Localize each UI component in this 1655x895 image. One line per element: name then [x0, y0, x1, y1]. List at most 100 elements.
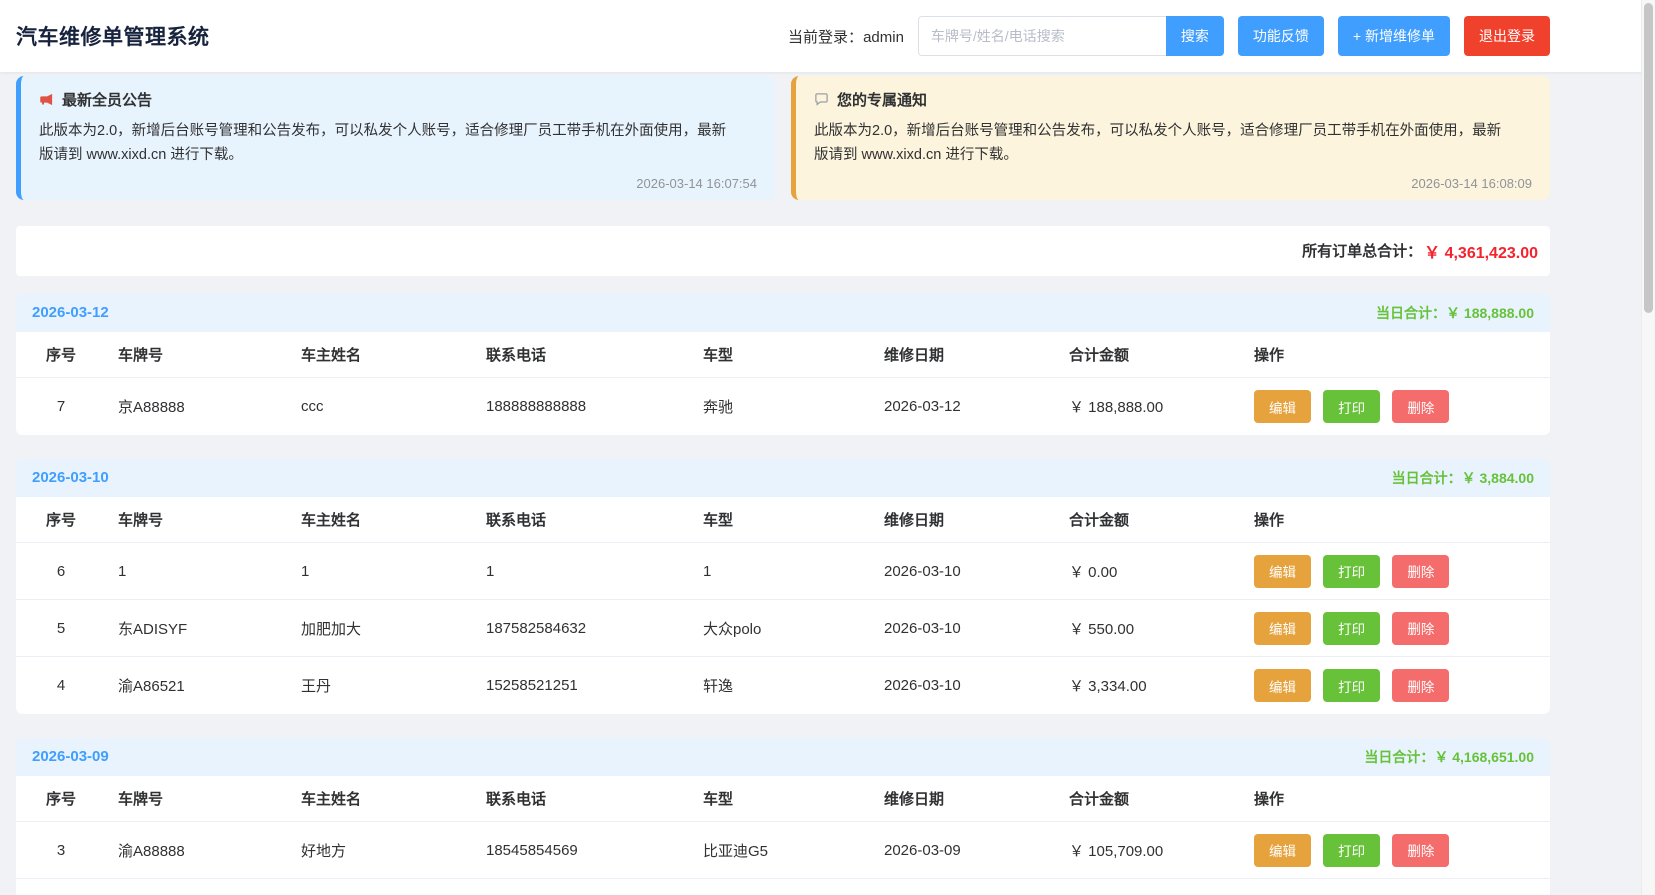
- group-date: 2026-03-12: [32, 304, 109, 321]
- print-button[interactable]: 打印: [1323, 669, 1380, 702]
- column-header: 维修日期: [872, 776, 1057, 822]
- edit-button[interactable]: 编辑: [1254, 390, 1311, 423]
- daily-total-label: 当日合计：: [1364, 749, 1434, 765]
- cell-actions: 编辑 打印 删除: [1242, 600, 1550, 657]
- cell-total-amount: ￥ 550.00: [1057, 600, 1242, 657]
- delete-button[interactable]: 删除: [1392, 612, 1449, 645]
- daily-total: 当日合计：￥ 3,884.00: [1392, 468, 1534, 488]
- column-header: 序号: [16, 497, 106, 543]
- grand-total-amount: ￥ 4,361,423.00: [1424, 239, 1538, 263]
- cell-plate-number: 渝A86521: [106, 657, 289, 714]
- group-header: 2026-03-10 当日合计：￥ 3,884.00: [16, 459, 1550, 497]
- group-table-card: 序号车牌号车主姓名联系电话车型维修日期合计金额操作 6 1 1 1 1 2026…: [16, 497, 1550, 714]
- edit-button[interactable]: 编辑: [1254, 669, 1311, 702]
- cell-total-amount: ￥ 0.00: [1057, 543, 1242, 600]
- column-header: 操作: [1242, 497, 1550, 543]
- group-header: 2026-03-09 当日合计：￥ 4,168,651.00: [16, 738, 1550, 776]
- edit-button[interactable]: 编辑: [1254, 612, 1311, 645]
- print-button[interactable]: 打印: [1323, 390, 1380, 423]
- orders-table: 序号车牌号车主姓名联系电话车型维修日期合计金额操作 3 渝A88888 好地方 …: [16, 776, 1550, 880]
- print-button[interactable]: 打印: [1323, 834, 1380, 867]
- group-table-card: 序号车牌号车主姓名联系电话车型维修日期合计金额操作 3 渝A88888 好地方 …: [16, 776, 1550, 895]
- search-button[interactable]: 搜索: [1166, 16, 1224, 56]
- orders-table: 序号车牌号车主姓名联系电话车型维修日期合计金额操作 7 京A88888 ccc …: [16, 332, 1550, 435]
- cell-seq: 6: [16, 543, 106, 600]
- scrollbar-track[interactable]: [1641, 0, 1655, 895]
- search-input[interactable]: [918, 16, 1166, 56]
- column-header: 维修日期: [872, 332, 1057, 378]
- cell-phone: 188888888888: [474, 378, 691, 435]
- scrollbar-thumb[interactable]: [1644, 3, 1653, 313]
- cell-owner-name: ccc: [289, 378, 474, 435]
- cell-actions: 编辑 打印 删除: [1242, 822, 1550, 879]
- daily-total-label: 当日合计：: [1376, 305, 1446, 321]
- table-body: 6 1 1 1 1 2026-03-10 ￥ 0.00 编辑 打印 删除 5 东…: [16, 543, 1550, 714]
- orders-grand-total-bar: 所有订单总合计： ￥ 4,361,423.00: [16, 226, 1550, 276]
- cell-car-model: 轩逸: [691, 657, 872, 714]
- column-header: 车型: [691, 776, 872, 822]
- delete-button[interactable]: 删除: [1392, 669, 1449, 702]
- column-header: 合计金额: [1057, 332, 1242, 378]
- table-header-row: 序号车牌号车主姓名联系电话车型维修日期合计金额操作: [16, 332, 1550, 378]
- grand-total-label: 所有订单总合计：: [1302, 240, 1422, 261]
- logout-button[interactable]: 退出登录: [1464, 16, 1550, 56]
- column-header: 操作: [1242, 776, 1550, 822]
- group-header: 2026-03-12 当日合计：￥ 188,888.00: [16, 294, 1550, 332]
- personal-notice-title-row: 您的专属通知: [814, 89, 1532, 110]
- order-row: 5 东ADISYF 加肥加大 187582584632 大众polo 2026-…: [16, 600, 1550, 657]
- current-login: 当前登录：admin: [788, 26, 904, 47]
- date-group: 2026-03-10 当日合计：￥ 3,884.00 序号车牌号车主姓名联系电话…: [16, 459, 1550, 714]
- column-header: 合计金额: [1057, 776, 1242, 822]
- feedback-button[interactable]: 功能反馈: [1238, 16, 1324, 56]
- edit-button[interactable]: 编辑: [1254, 555, 1311, 588]
- edit-button[interactable]: 编辑: [1254, 834, 1311, 867]
- delete-button[interactable]: 删除: [1392, 834, 1449, 867]
- cell-car-model: 大众polo: [691, 600, 872, 657]
- personal-notice-body: 此版本为2.0，新增后台账号管理和公告发布，可以私发个人账号，适合修理厂员工带手…: [814, 120, 1514, 168]
- add-repair-order-button[interactable]: + 新增维修单: [1338, 16, 1450, 56]
- group-date: 2026-03-10: [32, 469, 109, 486]
- daily-total-value: ￥ 4,168,651.00: [1434, 749, 1534, 765]
- cell-car-model: 1: [691, 543, 872, 600]
- login-label: 当前登录：: [788, 29, 863, 46]
- cell-total-amount: ￥ 188,888.00: [1057, 378, 1242, 435]
- notices: 最新全员公告 此版本为2.0，新增后台账号管理和公告发布，可以私发个人账号，适合…: [16, 76, 1550, 200]
- date-group: 2026-03-12 当日合计：￥ 188,888.00 序号车牌号车主姓名联系…: [16, 294, 1550, 435]
- daily-total: 当日合计：￥ 188,888.00: [1376, 303, 1534, 323]
- orders-table: 序号车牌号车主姓名联系电话车型维修日期合计金额操作 6 1 1 1 1 2026…: [16, 497, 1550, 714]
- cell-owner-name: 王丹: [289, 657, 474, 714]
- cell-repair-date: 2026-03-09: [872, 822, 1057, 879]
- print-button[interactable]: 打印: [1323, 555, 1380, 588]
- cell-phone: 18545854569: [474, 822, 691, 879]
- personal-notice-timestamp: 2026-03-14 16:08:09: [814, 176, 1532, 191]
- print-button[interactable]: 打印: [1323, 612, 1380, 645]
- delete-button[interactable]: 删除: [1392, 555, 1449, 588]
- group-date: 2026-03-09: [32, 748, 109, 765]
- cell-actions: 编辑 打印 删除: [1242, 657, 1550, 714]
- cell-plate-number: 渝A88888: [106, 822, 289, 879]
- table-header-row: 序号车牌号车主姓名联系电话车型维修日期合计金额操作: [16, 776, 1550, 822]
- daily-total-value: ￥ 188,888.00: [1446, 305, 1534, 321]
- cell-plate-number: 东ADISYF: [106, 600, 289, 657]
- column-header: 车主姓名: [289, 497, 474, 543]
- order-groups: 2026-03-12 当日合计：￥ 188,888.00 序号车牌号车主姓名联系…: [16, 294, 1550, 895]
- column-header: 合计金额: [1057, 497, 1242, 543]
- column-header: 车型: [691, 332, 872, 378]
- column-header: 车牌号: [106, 776, 289, 822]
- column-header: 联系电话: [474, 332, 691, 378]
- cell-seq: 3: [16, 822, 106, 879]
- cell-phone: 1: [474, 543, 691, 600]
- column-header: 车主姓名: [289, 332, 474, 378]
- app-title: 汽车维修单管理系统: [16, 21, 210, 51]
- announcement-timestamp: 2026-03-14 16:07:54: [39, 176, 757, 191]
- cell-total-amount: ￥ 3,334.00: [1057, 657, 1242, 714]
- order-row: 3 渝A88888 好地方 18545854569 比亚迪G5 2026-03-…: [16, 822, 1550, 879]
- order-row: 6 1 1 1 1 2026-03-10 ￥ 0.00 编辑 打印 删除: [16, 543, 1550, 600]
- delete-button[interactable]: 删除: [1392, 390, 1449, 423]
- announcement-title-row: 最新全员公告: [39, 89, 757, 110]
- cell-owner-name: 1: [289, 543, 474, 600]
- cell-owner-name: 好地方: [289, 822, 474, 879]
- table-body: 3 渝A88888 好地方 18545854569 比亚迪G5 2026-03-…: [16, 822, 1550, 879]
- cell-repair-date: 2026-03-10: [872, 657, 1057, 714]
- daily-total-value: ￥ 3,884.00: [1462, 470, 1534, 486]
